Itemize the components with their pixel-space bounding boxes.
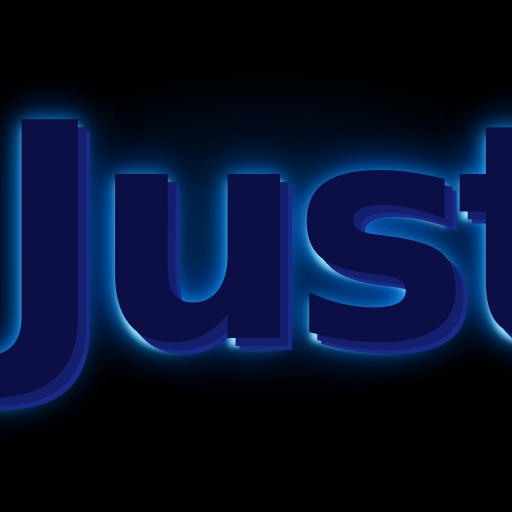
neon-sign-photo: Just Just Just Just Just Just <box>0 0 512 512</box>
sign-letters: Just <box>0 60 512 409</box>
sign-graphic: Just Just Just Just Just Just <box>0 60 512 421</box>
